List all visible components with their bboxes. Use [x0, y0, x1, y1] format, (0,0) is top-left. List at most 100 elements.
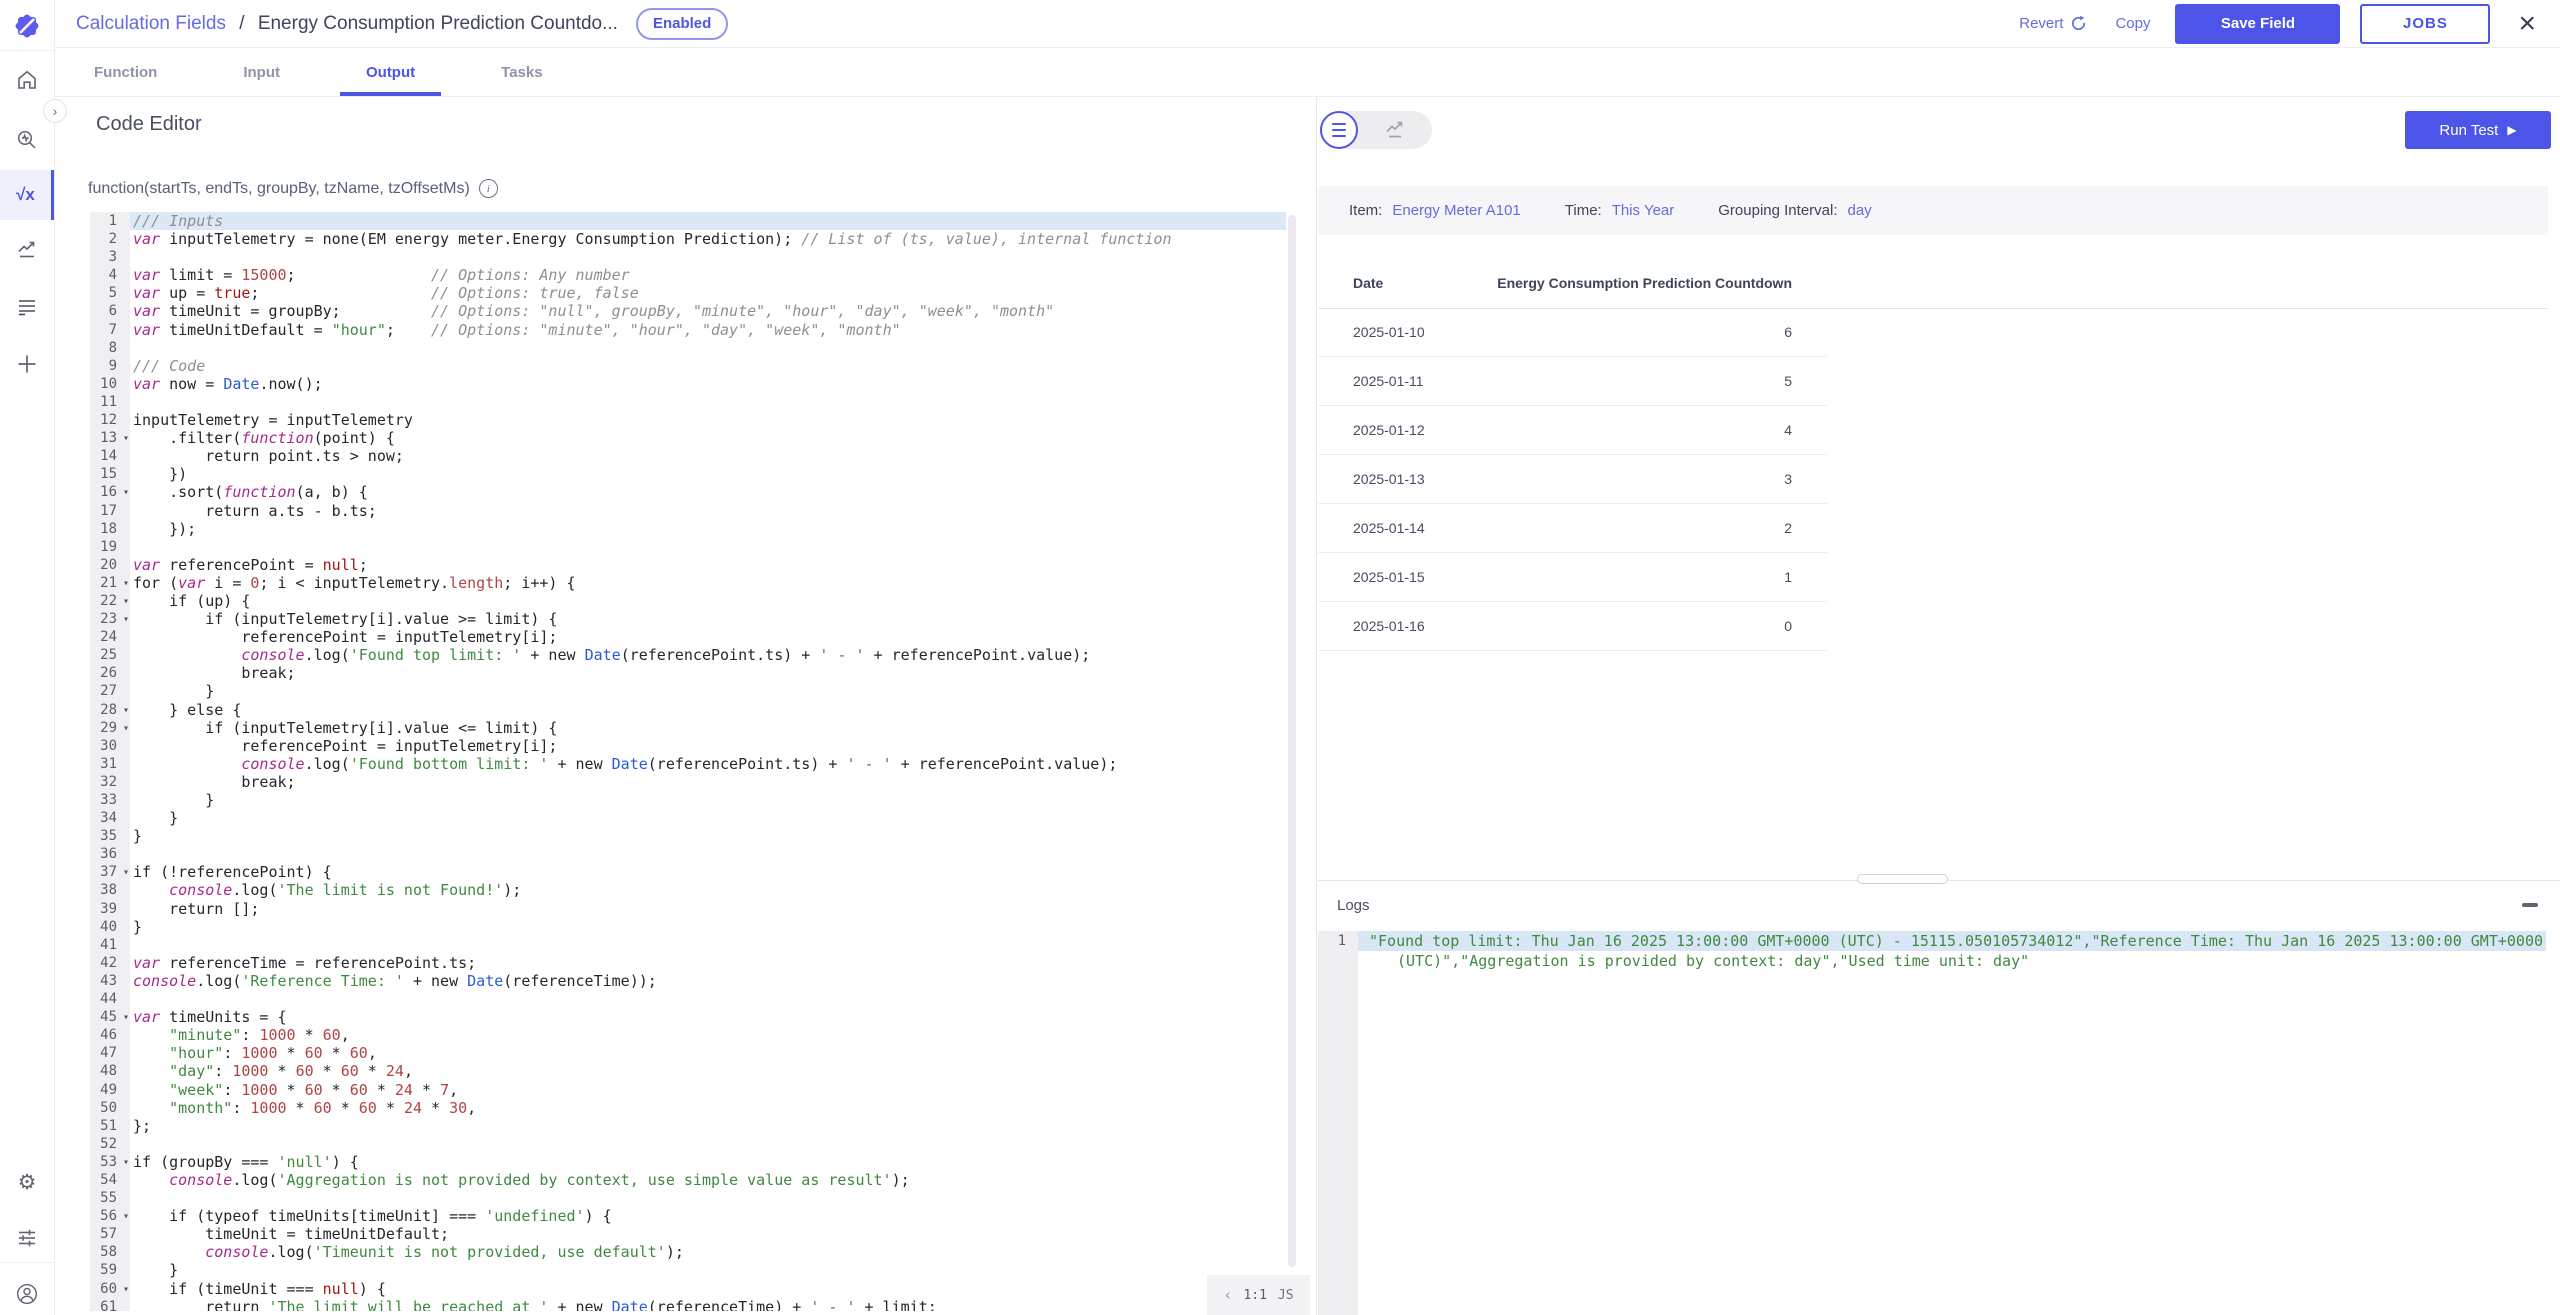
code-line[interactable]: 3 — [90, 248, 1286, 266]
breadcrumb-link-calculation-fields[interactable]: Calculation Fields — [76, 13, 226, 34]
code-line[interactable]: 57 timeUnit = timeUnitDefault; — [90, 1225, 1286, 1243]
code-line[interactable]: 50 "month": 1000 * 60 * 60 * 24 * 30, — [90, 1099, 1286, 1117]
code-line[interactable]: 20var referencePoint = null; — [90, 556, 1286, 574]
code-line[interactable]: 9/// Code — [90, 357, 1286, 375]
item-value-link[interactable]: Energy Meter A101 — [1392, 202, 1520, 219]
code-line[interactable]: 49 "week": 1000 * 60 * 60 * 24 * 7, — [90, 1081, 1286, 1099]
table-row[interactable]: 2025-01-115 — [1318, 357, 1827, 406]
code-line[interactable]: 61 return 'The limit will be reached at … — [90, 1298, 1286, 1311]
code-line[interactable]: 13▾ .filter(function(point) { — [90, 429, 1286, 447]
code-line[interactable]: 59 } — [90, 1261, 1286, 1279]
code-line[interactable]: 5var up = true; // Options: true, false — [90, 284, 1286, 302]
save-field-button[interactable]: Save Field — [2175, 4, 2340, 44]
code-line[interactable]: 12inputTelemetry = inputTelemetry — [90, 411, 1286, 429]
tab-input[interactable]: Input — [217, 64, 306, 96]
code-line[interactable]: 58 console.log('Timeunit is not provided… — [90, 1243, 1286, 1261]
run-test-button[interactable]: Run Test ▶ — [2405, 111, 2551, 149]
code-line[interactable]: 15 }) — [90, 465, 1286, 483]
tab-output[interactable]: Output — [340, 64, 441, 96]
code-line[interactable]: 1/// Inputs — [90, 212, 1286, 230]
code-line[interactable]: 33 } — [90, 791, 1286, 809]
logs-minimize-icon[interactable] — [2522, 903, 2538, 907]
code-line[interactable]: 60▾ if (timeUnit === null) { — [90, 1280, 1286, 1298]
close-icon[interactable]: × — [2518, 9, 2536, 39]
code-line[interactable]: 24 referencePoint = inputTelemetry[i]; — [90, 628, 1286, 646]
code-line[interactable]: 10var now = Date.now(); — [90, 375, 1286, 393]
code-line[interactable]: 19 — [90, 538, 1286, 556]
sidebar-item-add[interactable] — [0, 346, 54, 382]
code-line[interactable]: 45▾var timeUnits = { — [90, 1008, 1286, 1026]
code-line[interactable]: 2var inputTelemetry = none(EM energy met… — [90, 230, 1286, 248]
sidebar-expand-button[interactable]: › — [43, 99, 67, 123]
code-line[interactable]: 38 console.log('The limit is not Found!'… — [90, 881, 1286, 899]
code-line[interactable]: 36 — [90, 845, 1286, 863]
code-line[interactable]: 26 break; — [90, 664, 1286, 682]
table-row[interactable]: 2025-01-133 — [1318, 455, 1827, 504]
code-line[interactable]: 34 } — [90, 809, 1286, 827]
logs-output[interactable]: 1 "Found top limit: Thu Jan 16 2025 13:0… — [1318, 931, 2560, 1315]
collapse-chevron-icon[interactable]: ‹ — [1223, 1286, 1232, 1304]
code-line[interactable]: 53▾if (groupBy === 'null') { — [90, 1153, 1286, 1171]
code-line[interactable]: 42var referenceTime = referencePoint.ts; — [90, 954, 1286, 972]
code-line[interactable]: 14 return point.ts > now; — [90, 447, 1286, 465]
code-line[interactable]: 54 console.log('Aggregation is not provi… — [90, 1171, 1286, 1189]
code-line[interactable]: 52 — [90, 1135, 1286, 1153]
sidebar-item-trends[interactable] — [0, 232, 54, 268]
code-line[interactable]: 17 return a.ts - b.ts; — [90, 502, 1286, 520]
code-line[interactable]: 27 } — [90, 682, 1286, 700]
code-line[interactable]: 16▾ .sort(function(a, b) { — [90, 483, 1286, 501]
logs-resize-handle[interactable] — [1857, 874, 1948, 884]
time-value-link[interactable]: This Year — [1612, 202, 1675, 219]
table-row[interactable]: 2025-01-106 — [1318, 308, 1827, 357]
code-line[interactable]: 22▾ if (up) { — [90, 592, 1286, 610]
code-line[interactable]: 44 — [90, 990, 1286, 1008]
info-icon[interactable]: i — [479, 179, 498, 198]
code-line[interactable]: 39 return []; — [90, 900, 1286, 918]
code-line[interactable]: 4var limit = 15000; // Options: Any numb… — [90, 266, 1286, 284]
sidebar-item-home[interactable] — [0, 62, 54, 98]
copy-button[interactable]: Copy — [2115, 15, 2150, 32]
code-scrollbar[interactable] — [1288, 215, 1296, 1267]
code-line[interactable]: 21▾for (var i = 0; i < inputTelemetry.le… — [90, 574, 1286, 592]
code-line[interactable]: 48 "day": 1000 * 60 * 60 * 24, — [90, 1062, 1286, 1080]
code-line[interactable]: 7var timeUnitDefault = "hour"; // Option… — [90, 321, 1286, 339]
code-line[interactable]: 6var timeUnit = groupBy; // Options: "nu… — [90, 302, 1286, 320]
app-logo[interactable] — [0, 8, 54, 44]
code-line[interactable]: 46 "minute": 1000 * 60, — [90, 1026, 1286, 1044]
code-line[interactable]: 25 console.log('Found top limit: ' + new… — [90, 646, 1286, 664]
code-line[interactable]: 55 — [90, 1189, 1286, 1207]
table-row[interactable]: 2025-01-142 — [1318, 504, 1827, 553]
code-line[interactable]: 51}; — [90, 1117, 1286, 1135]
sidebar-item-configuration[interactable] — [0, 1220, 54, 1256]
code-line[interactable]: 37▾if (!referencePoint) { — [90, 863, 1286, 881]
code-line[interactable]: 35} — [90, 827, 1286, 845]
code-lines[interactable]: 1/// Inputs2var inputTelemetry = none(EM… — [90, 212, 1286, 1311]
code-line[interactable]: 23▾ if (inputTelemetry[i].value >= limit… — [90, 610, 1286, 628]
code-line[interactable]: 30 referencePoint = inputTelemetry[i]; — [90, 737, 1286, 755]
code-line[interactable]: 11 — [90, 393, 1286, 411]
code-line[interactable]: 29▾ if (inputTelemetry[i].value <= limit… — [90, 719, 1286, 737]
code-line[interactable]: 31 console.log('Found bottom limit: ' + … — [90, 755, 1286, 773]
revert-button[interactable]: Revert — [2019, 15, 2087, 32]
code-line[interactable]: 47 "hour": 1000 * 60 * 60, — [90, 1044, 1286, 1062]
table-view-toggle[interactable] — [1320, 111, 1358, 149]
sidebar-item-account[interactable] — [0, 1276, 54, 1312]
code-line[interactable]: 40} — [90, 918, 1286, 936]
code-line[interactable]: 32 break; — [90, 773, 1286, 791]
sidebar-item-list[interactable] — [0, 288, 54, 324]
code-line[interactable]: 56▾ if (typeof timeUnits[timeUnit] === '… — [90, 1207, 1286, 1225]
table-row[interactable]: 2025-01-124 — [1318, 406, 1827, 455]
sidebar-item-settings[interactable]: ⚙ — [0, 1164, 54, 1200]
table-row[interactable]: 2025-01-151 — [1318, 553, 1827, 602]
code-line[interactable]: 28▾ } else { — [90, 701, 1286, 719]
jobs-button[interactable]: JOBS — [2360, 4, 2490, 44]
tab-function[interactable]: Function — [68, 64, 183, 96]
table-row[interactable]: 2025-01-160 — [1318, 602, 1827, 651]
code-line[interactable]: 41 — [90, 936, 1286, 954]
sidebar-item-search[interactable] — [0, 122, 54, 158]
grouping-interval-value-link[interactable]: day — [1848, 202, 1872, 219]
code-line[interactable]: 8 — [90, 339, 1286, 357]
sidebar-item-calculation-fields[interactable]: √x — [0, 170, 54, 220]
code-line[interactable]: 43console.log('Reference Time: ' + new D… — [90, 972, 1286, 990]
tab-tasks[interactable]: Tasks — [475, 64, 568, 96]
